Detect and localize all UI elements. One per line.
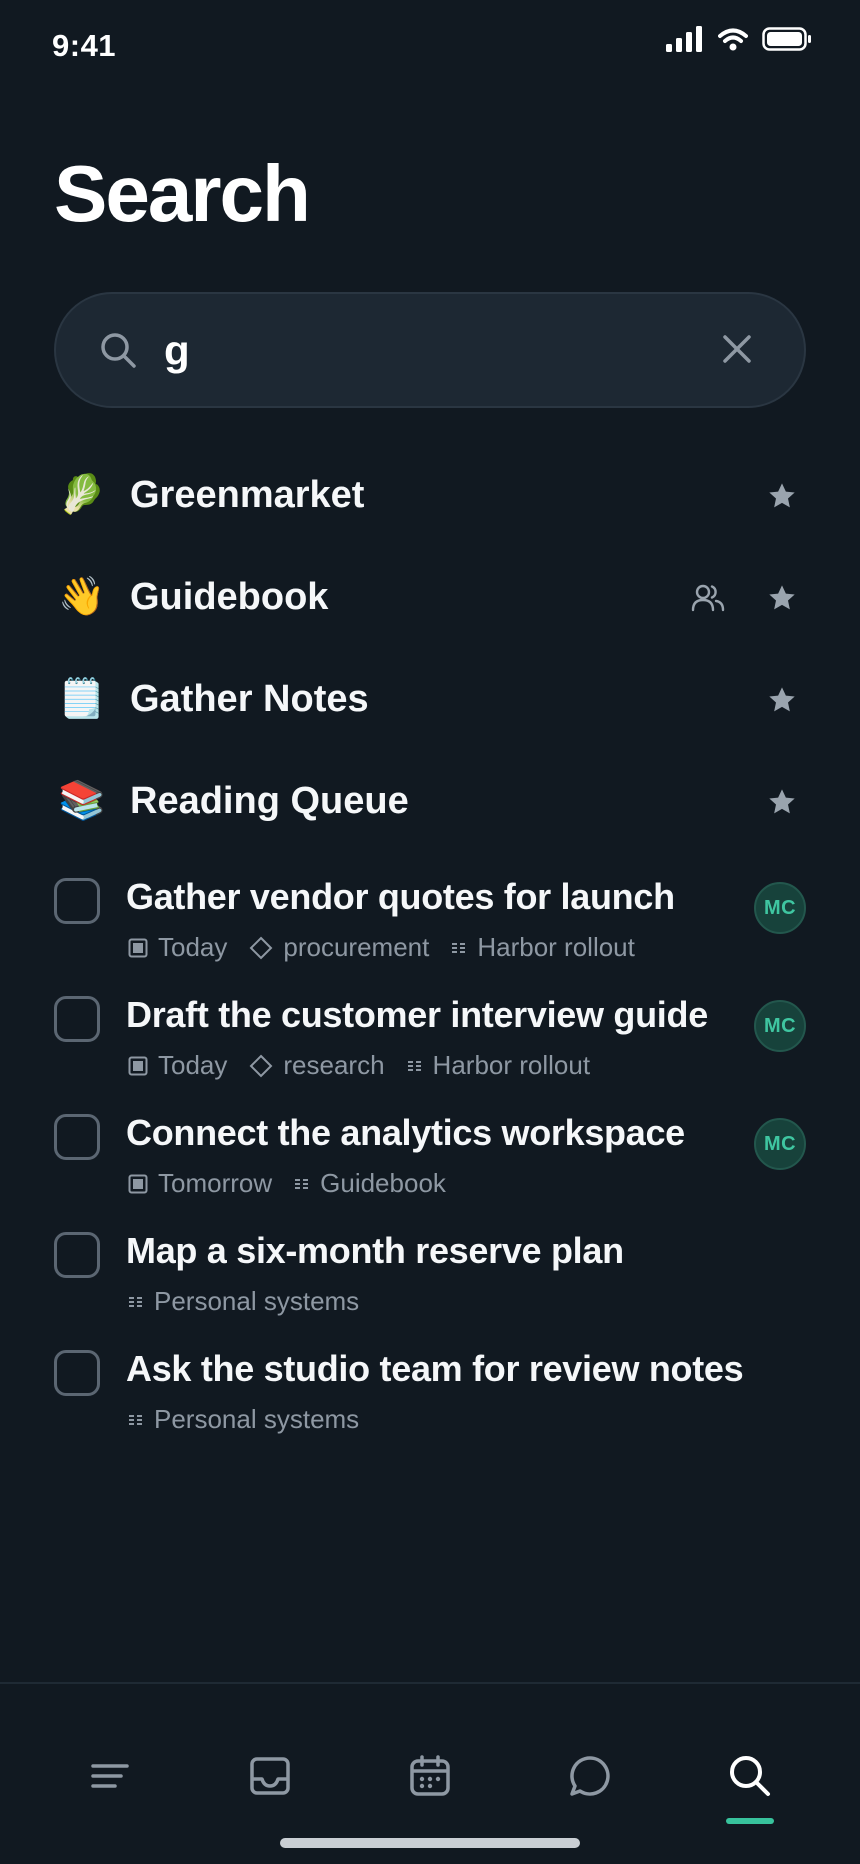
tag-label: procurement [283, 932, 430, 962]
due-date-label: Today [158, 1050, 228, 1080]
assignee-avatar[interactable]: MC [754, 1000, 806, 1052]
project-section-icon [295, 1178, 309, 1189]
due-date-label: Today [158, 932, 228, 962]
tag-label: research [283, 1050, 385, 1080]
wifi-icon [718, 28, 748, 51]
page-title: Search [54, 149, 311, 238]
project-label: Personal systems [154, 1404, 360, 1434]
due-date-label: Tomorrow [158, 1168, 273, 1198]
project-row-reading-queue[interactable]: 📚 Reading Queue [0, 750, 860, 852]
task-meta: Today research Harbor rollout [128, 1050, 612, 1081]
project-label: Harbor rollout [432, 1050, 591, 1080]
battery-icon [762, 27, 811, 51]
project-section-icon [452, 942, 466, 953]
status-icons [666, 26, 812, 52]
task-project: Personal systems [128, 1404, 359, 1435]
task-project: Personal systems [128, 1286, 359, 1317]
task-checkbox[interactable] [54, 1114, 100, 1160]
project-name: Guidebook [130, 575, 329, 618]
task-results: Gather vendor quotes for launch Today pr… [0, 866, 860, 1456]
waving-hand-emoji-icon: 👋 [58, 576, 106, 618]
project-results: 🥬 Greenmarket 👋 Guidebook 🗒️ Gather Note… [0, 444, 860, 852]
shared-users-icon [691, 584, 725, 612]
active-tab-indicator [726, 1818, 774, 1824]
clear-icon[interactable] [720, 332, 754, 366]
star-icon[interactable] [766, 786, 798, 818]
task-project: Guidebook [294, 1168, 446, 1199]
task-title: Gather vendor quotes for launch [126, 876, 675, 917]
task-row[interactable]: Ask the studio team for review notes Per… [0, 1338, 860, 1456]
assignee-avatar[interactable]: MC [754, 882, 806, 934]
home-indicator [280, 1838, 580, 1848]
search-input[interactable] [164, 316, 724, 386]
project-name: Reading Queue [130, 779, 409, 822]
task-checkbox[interactable] [54, 1232, 100, 1278]
task-project: Harbor rollout [451, 932, 635, 963]
search-icon [101, 333, 136, 368]
tag-icon [249, 936, 273, 959]
calendar-day-icon [128, 1174, 148, 1193]
task-checkbox[interactable] [54, 1350, 100, 1396]
project-name: Greenmarket [130, 473, 365, 516]
status-bar: 9:41 [0, 0, 860, 96]
search-bar[interactable] [54, 292, 806, 408]
tab-search[interactable] [710, 1736, 790, 1816]
project-section-icon [129, 1414, 142, 1425]
task-checkbox[interactable] [54, 996, 100, 1042]
books-emoji-icon: 📚 [58, 780, 106, 822]
tag-icon [249, 1054, 273, 1077]
project-row-gather-notes[interactable]: 🗒️ Gather Notes [0, 648, 860, 750]
task-tag: procurement [249, 932, 429, 963]
bottom-tab-bar [0, 1682, 860, 1864]
task-meta: Personal systems [128, 1404, 381, 1435]
assignee-avatar[interactable]: MC [754, 1118, 806, 1170]
search-screen: 9:41 Search g 🥬 Greenmarket 👋 Guidebook … [0, 0, 860, 1864]
task-row[interactable]: Draft the customer interview guide Today… [0, 984, 860, 1102]
project-label: Harbor rollout [477, 932, 635, 962]
calendar-day-icon [128, 938, 148, 957]
search-icon [730, 1756, 770, 1796]
calendar-icon [410, 1755, 450, 1796]
due-date: Today [128, 1050, 227, 1081]
task-tag: research [249, 1050, 385, 1081]
project-label: Personal systems [154, 1286, 360, 1316]
lettuce-emoji-icon: 🥬 [58, 474, 106, 516]
tab-list[interactable] [70, 1736, 150, 1816]
due-date: Today [128, 932, 227, 963]
tab-chat[interactable] [550, 1736, 630, 1816]
project-section-icon [129, 1296, 142, 1307]
task-row[interactable]: Map a six-month reserve plan Personal sy… [0, 1220, 860, 1338]
task-project: Harbor rollout [407, 1050, 591, 1081]
task-meta: Tomorrow Guidebook [128, 1168, 468, 1199]
task-meta: Personal systems [128, 1286, 381, 1317]
star-icon[interactable] [766, 582, 798, 614]
calendar-day-icon [128, 1056, 148, 1075]
task-meta: Today procurement Harbor rollout [128, 932, 657, 963]
task-checkbox[interactable] [54, 878, 100, 924]
task-title: Map a six-month reserve plan [126, 1230, 624, 1271]
task-title: Draft the customer interview guide [126, 994, 708, 1035]
notepad-emoji-icon: 🗒️ [58, 678, 106, 720]
status-time: 9:41 [52, 28, 117, 63]
tab-inbox[interactable] [230, 1736, 310, 1816]
task-title: Connect the analytics workspace [126, 1112, 685, 1153]
task-title: Ask the studio team for review notes [126, 1348, 744, 1389]
due-date: Tomorrow [128, 1168, 272, 1199]
inbox-icon [250, 1757, 290, 1795]
task-row[interactable]: Gather vendor quotes for launch Today pr… [0, 866, 860, 984]
star-icon[interactable] [766, 480, 798, 512]
project-name: Gather Notes [130, 677, 369, 720]
project-section-icon [407, 1060, 421, 1071]
chat-icon [570, 1756, 610, 1796]
signal-icon [666, 26, 702, 52]
project-row-guidebook[interactable]: 👋 Guidebook [0, 546, 860, 648]
project-row-greenmarket[interactable]: 🥬 Greenmarket [0, 444, 860, 546]
list-icon [91, 1764, 129, 1788]
tab-calendar[interactable] [390, 1736, 470, 1816]
project-label: Guidebook [320, 1168, 446, 1198]
star-icon[interactable] [766, 684, 798, 716]
task-row[interactable]: Connect the analytics workspace Tomorrow… [0, 1102, 860, 1220]
